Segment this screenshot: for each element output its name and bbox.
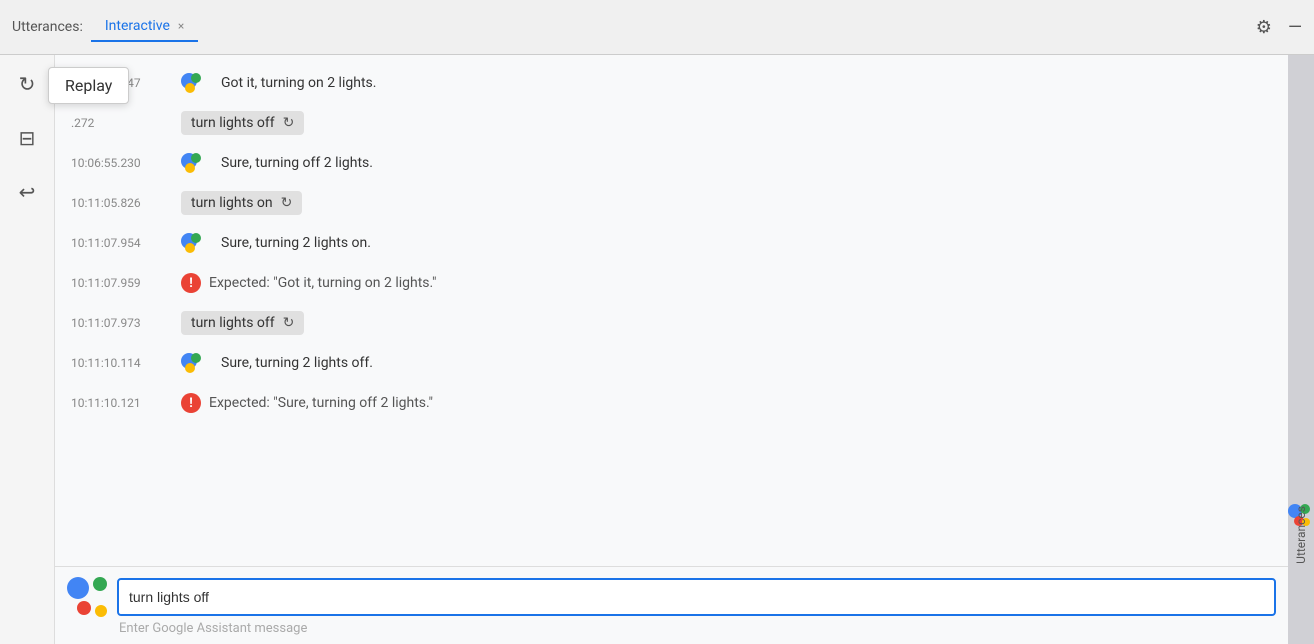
user-utterance: turn lights off ↻ (181, 311, 304, 335)
main-area: ↻ Replay ⊟ ↩ 10:04:36.247 Got it, turnin… (0, 55, 1314, 644)
save-icon: ⊟ (19, 126, 36, 150)
error-icon: ! (181, 393, 201, 413)
utterance-text: turn lights off (191, 115, 275, 131)
replay-icon: ↻ (19, 72, 36, 96)
minimize-icon[interactable]: — (1288, 17, 1302, 38)
timestamp: 10:06:55.230 (71, 156, 181, 170)
assistant-avatar (181, 73, 213, 93)
assistant-avatar (181, 353, 213, 373)
title-bar-icons: ⚙ — (1256, 17, 1302, 38)
user-utterance: turn lights on ↻ (181, 191, 302, 215)
timestamp: 10:11:07.973 (71, 316, 181, 330)
right-sidebar[interactable]: Utterances (1288, 55, 1314, 644)
message-row: 10:04:36.247 Got it, turning on 2 lights… (55, 63, 1288, 103)
timestamp: 10:11:10.121 (71, 396, 181, 410)
tab-close-button[interactable]: × (178, 19, 184, 33)
replay-button[interactable]: ↻ Replay (10, 67, 44, 101)
content-area: 10:04:36.247 Got it, turning on 2 lights… (55, 55, 1288, 644)
timestamp: 10:11:05.826 (71, 196, 181, 210)
message-text: Sure, turning 2 lights off. (221, 355, 373, 371)
utterance-replay-button[interactable]: ↻ (283, 115, 295, 131)
undo-button[interactable]: ↩ (10, 175, 44, 209)
utterance-text: turn lights on (191, 195, 273, 211)
message-input[interactable] (117, 578, 1276, 616)
message-row: 10:11:05.826 turn lights on ↻ (55, 183, 1288, 223)
expected-text: Expected: "Got it, turning on 2 lights." (209, 275, 437, 291)
undo-icon: ↩ (19, 180, 36, 204)
input-area: Enter Google Assistant message (55, 566, 1288, 644)
message-row: 10:11:07.959 ! Expected: "Got it, turnin… (55, 263, 1288, 303)
utterance-replay-button[interactable]: ↻ (283, 315, 295, 331)
save-button[interactable]: ⊟ (10, 121, 44, 155)
timestamp: 10:11:07.959 (71, 276, 181, 290)
title-bar: Utterances: Interactive × ⚙ — (0, 0, 1314, 55)
title-bar-label: Utterances: (12, 19, 83, 35)
user-utterance: turn lights off ↻ (181, 111, 304, 135)
error-icon: ! (181, 273, 201, 293)
timestamp: 10:11:07.954 (71, 236, 181, 250)
tab-interactive[interactable]: Interactive × (91, 12, 198, 42)
utterance-text: turn lights off (191, 315, 275, 331)
timestamp: 10:11:10.114 (71, 356, 181, 370)
timestamp: .272 (71, 116, 181, 130)
message-row: 10:11:07.954 Sure, turning 2 lights on. (55, 223, 1288, 263)
message-text: Sure, turning 2 lights on. (221, 235, 371, 251)
replay-tooltip: Replay (48, 67, 129, 104)
expected-text: Expected: "Sure, turning off 2 lights." (209, 395, 433, 411)
sidebar-label[interactable]: Utterances (1294, 506, 1308, 564)
input-hint: Enter Google Assistant message (119, 621, 1276, 636)
utterance-replay-button[interactable]: ↻ (281, 195, 293, 211)
message-row: 10:06:55.230 Sure, turning off 2 lights. (55, 143, 1288, 183)
left-toolbar: ↻ Replay ⊟ ↩ (0, 55, 55, 644)
settings-icon[interactable]: ⚙ (1256, 17, 1272, 38)
message-row: 10:11:10.121 ! Expected: "Sure, turning … (55, 383, 1288, 423)
tab-label: Interactive (105, 18, 170, 34)
input-avatar (67, 577, 107, 617)
message-text: Sure, turning off 2 lights. (221, 155, 373, 171)
message-text: Got it, turning on 2 lights. (221, 75, 376, 91)
assistant-avatar (181, 233, 213, 253)
message-row: .272 turn lights off ↻ (55, 103, 1288, 143)
assistant-avatar (181, 153, 213, 173)
messages-list: 10:04:36.247 Got it, turning on 2 lights… (55, 55, 1288, 566)
input-row (67, 577, 1276, 617)
message-row: 10:11:10.114 Sure, turning 2 lights off. (55, 343, 1288, 383)
message-row: 10:11:07.973 turn lights off ↻ (55, 303, 1288, 343)
